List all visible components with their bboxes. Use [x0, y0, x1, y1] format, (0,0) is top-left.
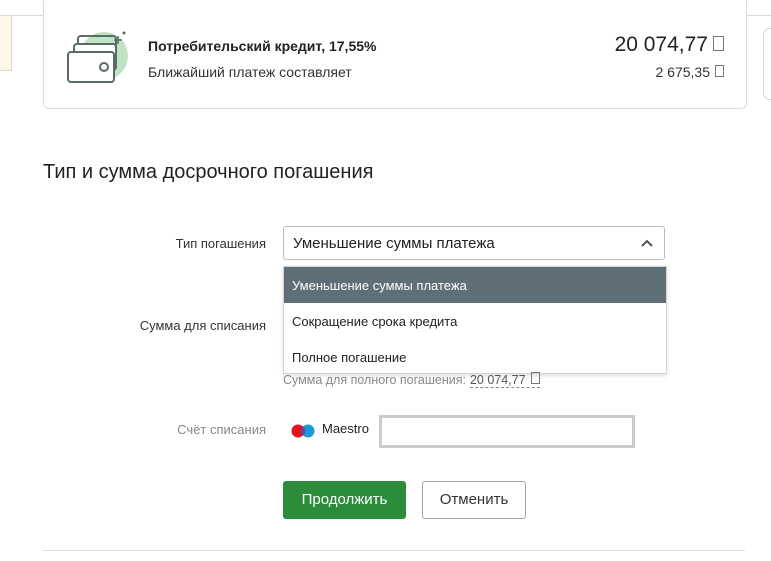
option-label: Уменьшение суммы платежа [292, 278, 467, 293]
repayment-type-value: Уменьшение суммы платежа [293, 235, 495, 252]
currency-icon [530, 372, 540, 384]
right-edge-card [763, 28, 771, 100]
left-edge-panel [0, 16, 12, 71]
loan-card[interactable]: Потребительский кредит, 17,55% Ближайший… [43, 0, 747, 109]
maestro-logo-icon [291, 424, 315, 438]
currency-icon [713, 36, 724, 51]
full-repayment-text: Сумма для полного погашения: [283, 373, 466, 387]
loan-balance-value: 20 074,77 [614, 33, 708, 56]
next-payment-value: 2 675,35 [655, 64, 711, 80]
account-label: Счёт списания [177, 422, 266, 437]
sum-label: Сумма для списания [139, 318, 266, 333]
cancel-button[interactable]: Отменить [422, 481, 526, 519]
account-select[interactable] [379, 415, 635, 448]
full-repayment-hint: Сумма для полного погашения: 20 074,77 [283, 372, 540, 388]
next-payment-label: Ближайший платеж составляет [148, 64, 352, 80]
option-reduce-term[interactable]: Сокращение срока кредита [284, 303, 666, 339]
loan-balance: 20 074,77 [615, 33, 724, 57]
wallet-cards-icon [67, 31, 128, 83]
loan-title: Потребительский кредит, 17,55% [148, 38, 377, 54]
option-label: Сокращение срока кредита [292, 314, 458, 329]
next-payment-amount: 2 675,35 [655, 64, 724, 80]
continue-button[interactable]: Продолжить [283, 481, 406, 519]
option-full-repayment[interactable]: Полное погашение [284, 339, 666, 375]
currency-icon [715, 65, 724, 77]
repayment-type-select[interactable]: Уменьшение суммы платежа [283, 226, 665, 260]
repayment-type-dropdown: Уменьшение суммы платежа Сокращение срок… [283, 266, 667, 374]
section-title: Тип и сумма досрочного погашения [43, 161, 374, 183]
repayment-type-label: Тип погашения [175, 236, 266, 251]
card-brand-label: Maestro [322, 421, 369, 436]
option-label: Полное погашение [292, 350, 407, 365]
divider [43, 550, 745, 551]
chevron-up-icon[interactable] [640, 238, 654, 248]
full-repayment-amount-link[interactable]: 20 074,77 [469, 372, 540, 388]
option-reduce-payment[interactable]: Уменьшение суммы платежа [284, 267, 666, 303]
full-repayment-amount: 20 074,77 [469, 373, 526, 387]
